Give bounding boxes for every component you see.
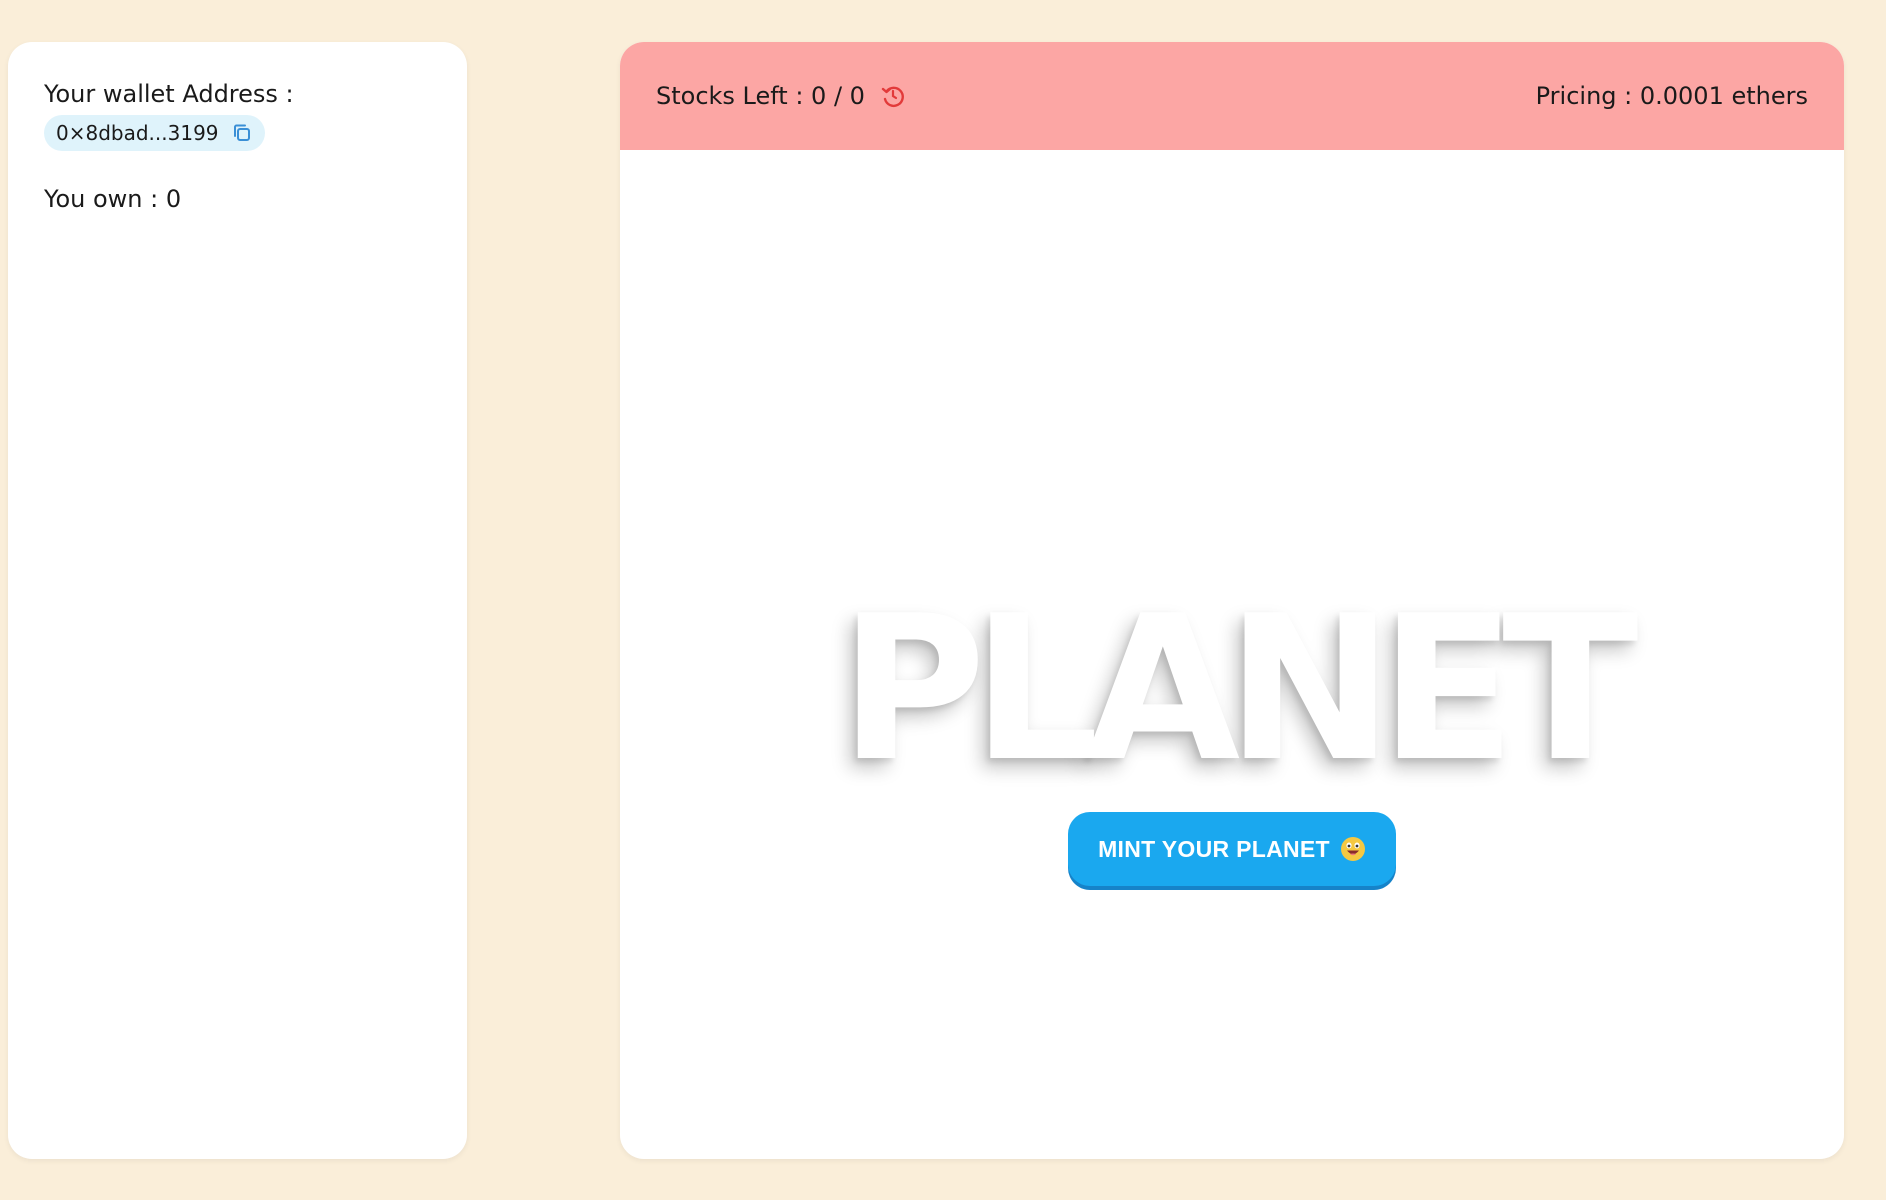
pricing-label: Pricing : 0.0001 ethers [1535,82,1808,110]
wallet-address-label: Your wallet Address : [44,80,294,108]
refresh-icon[interactable] [879,82,907,110]
stocks-left-label: Stocks Left : 0 / 0 [656,82,865,110]
wallet-address-value: 0×8dbad...3199 [56,120,219,145]
stocks-info: Stocks Left : 0 / 0 [656,82,907,110]
grinning-face-icon [1340,836,1366,862]
hero-area: PLANET MINT YOUR PLANET [620,150,1844,1159]
mint-button-label: MINT YOUR PLANET [1098,835,1330,862]
copy-icon[interactable] [231,122,253,144]
mint-panel-header: Stocks Left : 0 / 0 Pricing : 0.0001 eth… [620,42,1844,150]
planet-title: PLANET [839,573,1638,806]
mint-planet-button[interactable]: MINT YOUR PLANET [1068,812,1396,886]
mint-panel: Stocks Left : 0 / 0 Pricing : 0.0001 eth… [620,42,1844,1159]
owned-count: You own : 0 [44,184,182,213]
wallet-address-chip[interactable]: 0×8dbad...3199 [44,114,265,151]
wallet-panel: Your wallet Address : 0×8dbad...3199 You… [8,42,467,1159]
